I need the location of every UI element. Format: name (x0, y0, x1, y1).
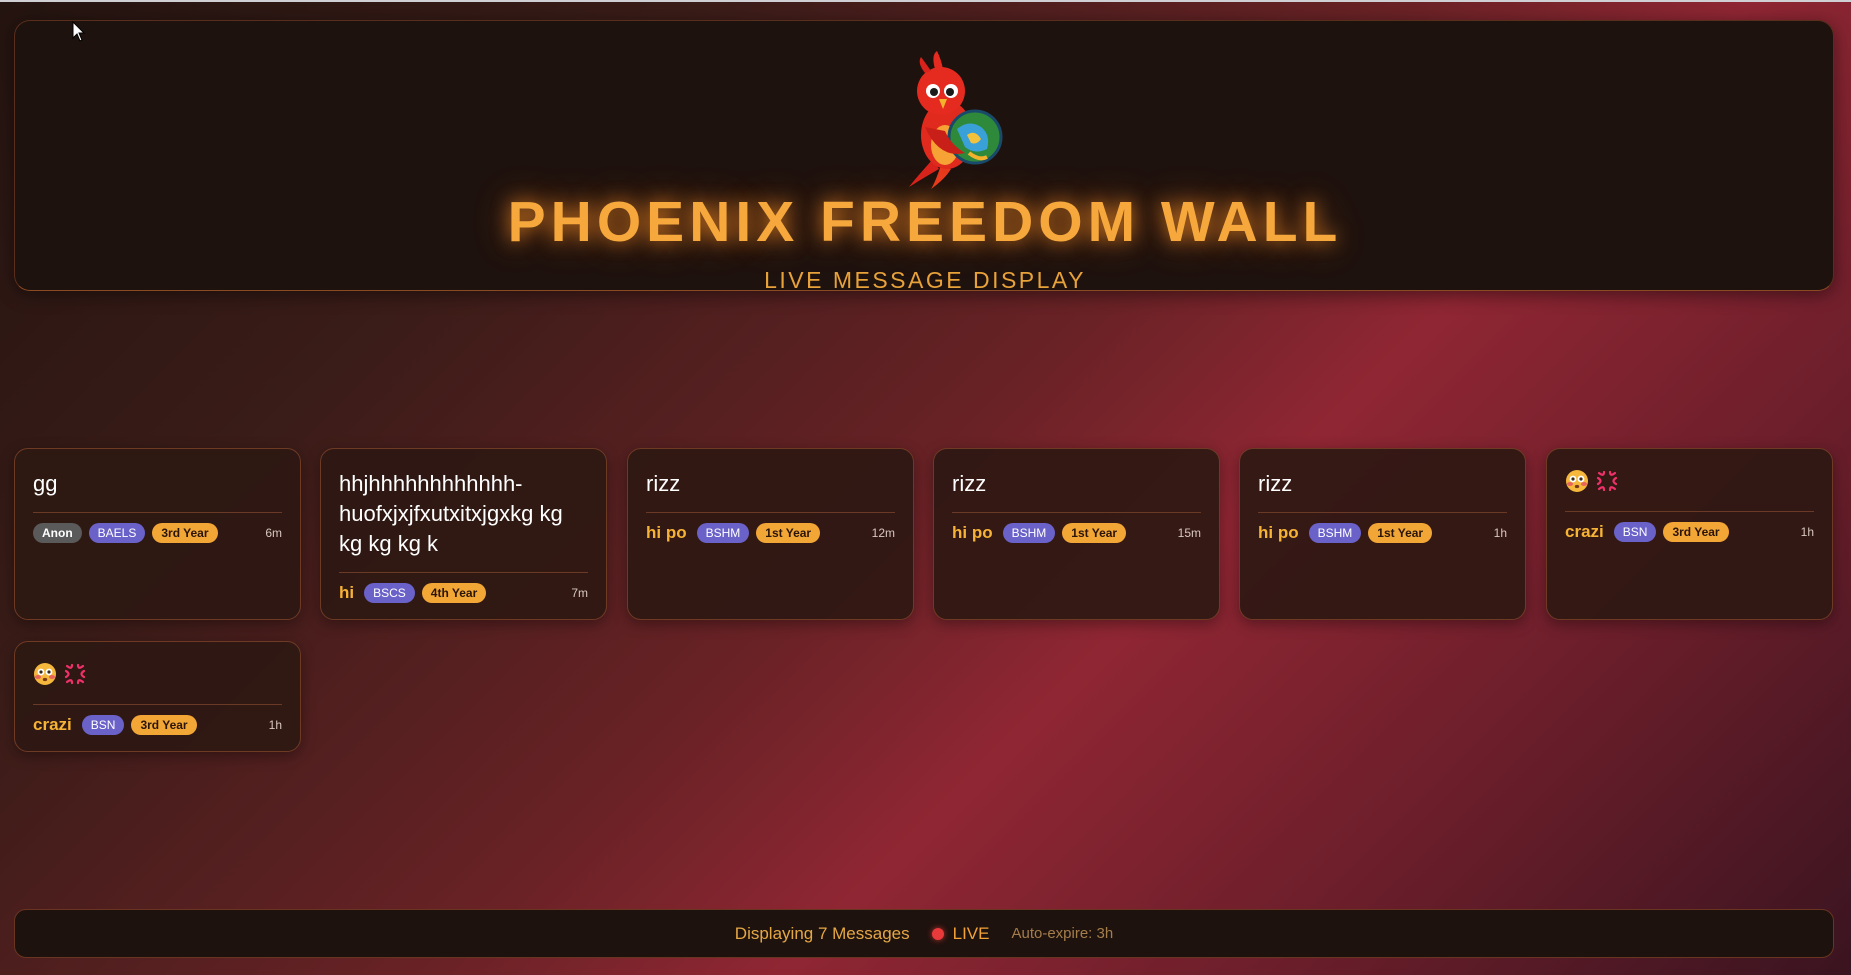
message-time: 7m (571, 586, 588, 600)
message-author: crazi (1565, 522, 1604, 541)
anger-symbol-icon (64, 663, 86, 684)
message-meta: hi po BSHM 1st Year 12m (646, 513, 895, 553)
course-badge: BSHM (1002, 523, 1056, 543)
flushed-face-icon (34, 662, 56, 685)
mouse-cursor-icon (72, 21, 86, 42)
live-indicator: LIVE (931, 923, 990, 944)
course-badge: BSHM (696, 523, 750, 543)
page-title: PHOENIX FREEDOM WALL (507, 190, 1343, 254)
message-author: crazi (33, 715, 72, 734)
header-banner: PHOENIX FREEDOM WALL LIVE MESSAGE DISPLA… (14, 20, 1834, 293)
message-text: gg (33, 449, 282, 513)
year-badge: 3rd Year (131, 715, 197, 735)
message-time: 15m (1177, 526, 1201, 540)
message-card[interactable]: rizz hi po BSHM 1st Year 15m (933, 448, 1220, 620)
message-text: rizz (1258, 449, 1507, 513)
message-meta: hi po BSHM 1st Year 1h (1258, 513, 1507, 553)
message-author: hi (339, 583, 355, 602)
message-card[interactable]: crazi BSN 3rd Year 1h (14, 641, 301, 752)
phoenix-logo-icon (909, 51, 1003, 189)
message-author: hi po (1258, 523, 1299, 542)
message-meta: Anon BAELS 3rd Year 6m (33, 513, 282, 553)
year-badge: 1st Year (1062, 523, 1127, 543)
course-badge: BSHM (1308, 523, 1362, 543)
message-time: 12m (871, 526, 895, 540)
anon-badge: Anon (33, 523, 82, 543)
course-badge: BSN (1613, 522, 1657, 542)
message-time: 1h (1800, 525, 1814, 539)
message-card[interactable]: crazi BSN 3rd Year 1h (1546, 448, 1833, 620)
message-text: rizz (952, 449, 1201, 513)
year-badge: 4th Year (421, 583, 487, 603)
message-emojis (1565, 449, 1814, 512)
message-time: 1h (1493, 526, 1507, 540)
message-emojis (33, 642, 282, 705)
message-author: hi po (952, 523, 993, 542)
year-badge: 3rd Year (152, 523, 218, 543)
message-meta: hi BSCS 4th Year 7m (339, 573, 588, 613)
message-card[interactable]: gg Anon BAELS 3rd Year 6m (14, 448, 301, 620)
course-badge: BSN (81, 715, 125, 735)
window-top-edge (0, 0, 1851, 2)
message-card[interactable]: rizz hi po BSHM 1st Year 1h (1239, 448, 1526, 620)
message-card[interactable]: rizz hi po BSHM 1st Year 12m (627, 448, 914, 620)
message-card[interactable]: hhjhhhhhhhhhhhh-huofxjxjfxutxitxjgxkg kg… (320, 448, 607, 620)
message-meta: crazi BSN 3rd Year 1h (33, 705, 282, 745)
auto-expire-text: Auto-expire: 3h (1011, 925, 1114, 942)
year-badge: 1st Year (1368, 523, 1433, 543)
status-footer: Displaying 7 Messages LIVE Auto-expire: … (14, 909, 1834, 958)
message-author: hi po (646, 523, 687, 542)
course-badge: BAELS (88, 523, 146, 543)
live-dot-icon (931, 927, 944, 940)
course-badge: BSCS (364, 583, 415, 603)
flushed-face-icon (1566, 469, 1588, 492)
message-count: Displaying 7 Messages (734, 923, 910, 943)
year-badge: 1st Year (756, 523, 821, 543)
message-text: hhjhhhhhhhhhhhh-huofxjxjfxutxitxjgxkg kg… (339, 449, 588, 573)
year-badge: 3rd Year (1663, 522, 1729, 542)
message-text: rizz (646, 449, 895, 513)
live-label: LIVE (952, 923, 990, 943)
message-meta: crazi BSN 3rd Year 1h (1565, 512, 1814, 552)
message-time: 1h (268, 718, 282, 732)
anger-symbol-icon (1596, 470, 1618, 491)
message-time: 6m (265, 526, 282, 540)
message-meta: hi po BSHM 1st Year 15m (952, 513, 1201, 553)
page-subtitle: LIVE MESSAGE DISPLAY (764, 267, 1086, 293)
